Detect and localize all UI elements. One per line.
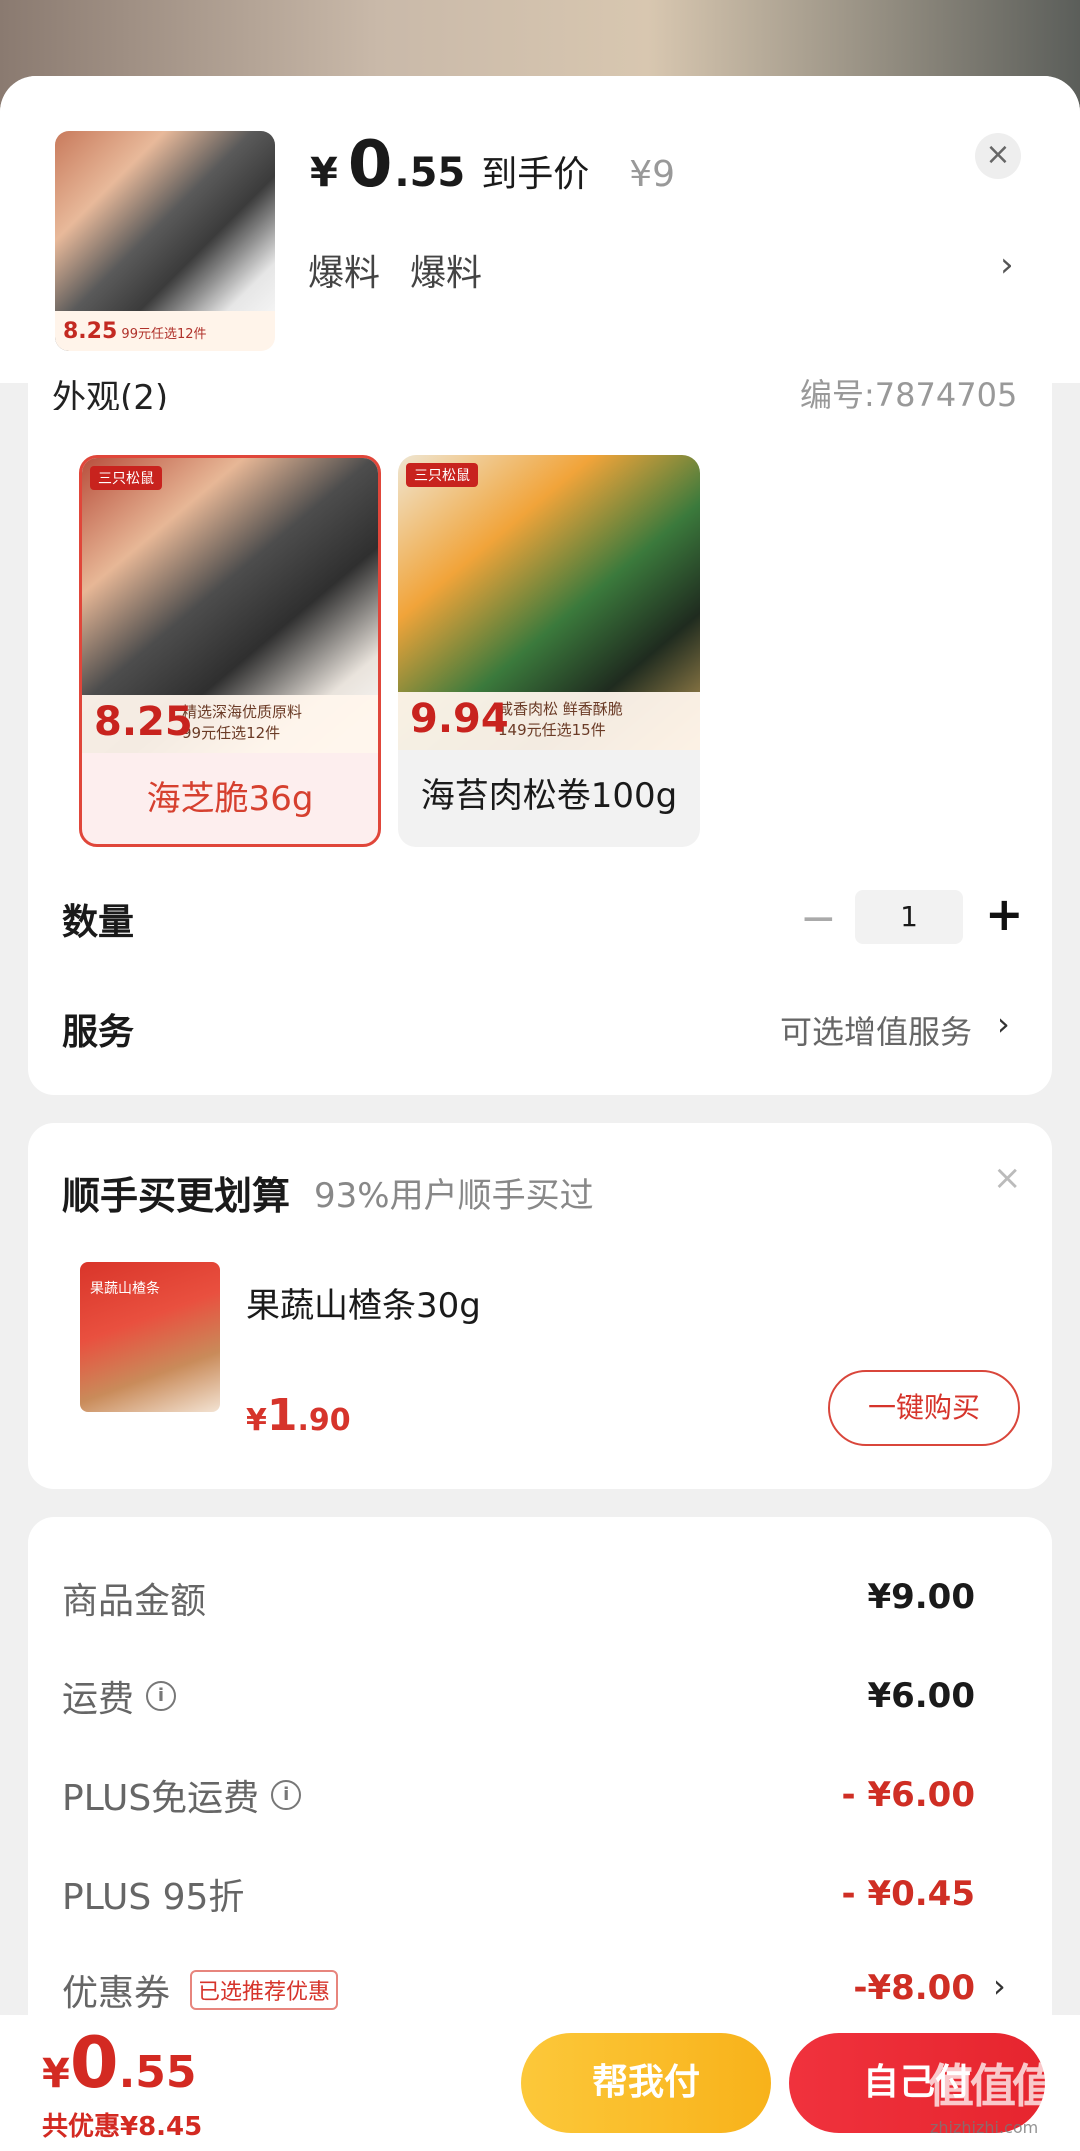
price-decimal: .55: [394, 150, 466, 196]
service-option[interactable]: 可选增值服务: [780, 1007, 972, 1053]
plus-discount-value: - ¥0.45: [841, 1874, 976, 1914]
total-integer: 0: [69, 2022, 119, 2104]
addon-title: 顺手买更划算: [62, 1174, 291, 1218]
info-icon[interactable]: i: [146, 1681, 177, 1711]
minus-icon[interactable]: −: [800, 893, 837, 944]
total-decimal: .55: [118, 2047, 197, 2098]
goods-amount-value: ¥9.00: [867, 1577, 975, 1617]
quantity-input[interactable]: 1: [855, 890, 963, 944]
price-row-label: PLUS 95折: [62, 1868, 244, 1920]
product-code: 编号:7874705: [800, 376, 1018, 410]
original-price: ¥9: [629, 154, 676, 195]
spec-section-title: 外观(2): [52, 378, 169, 410]
chevron-right-icon[interactable]: ›: [997, 1005, 1010, 1043]
price-integer: 0: [347, 128, 393, 202]
coupon-label: 优惠券: [62, 1973, 171, 2014]
total-symbol: ¥: [42, 2051, 70, 2097]
thumb-price: 8.25: [63, 319, 118, 344]
addon-price-decimal: .90: [297, 1403, 351, 1438]
final-price: ¥ 0 .55 到手价 ¥9: [310, 128, 675, 218]
info-icon[interactable]: i: [271, 1780, 302, 1810]
addon-price-symbol: ¥: [246, 1403, 267, 1438]
one-click-buy-button[interactable]: 一键购买: [828, 1370, 1020, 1446]
option-label: 海苔肉松卷100g: [420, 776, 678, 816]
plus-free-shipping-value: - ¥6.00: [841, 1775, 976, 1815]
option-image: 三只松鼠 8.25 精选深海优质原料 99元任选12件: [82, 458, 378, 753]
plus-free-shipping-label: PLUS免运费: [62, 1778, 260, 1819]
product-thumbnail: 8.25 99元任选12件: [55, 131, 275, 351]
spec-option-haizhicui[interactable]: 三只松鼠 8.25 精选深海优质原料 99元任选12件 海芝脆36g: [79, 455, 381, 847]
promo-tag: 爆料: [308, 253, 381, 294]
spec-option-roll[interactable]: 三只松鼠 9.94 咸香肉松 鲜香酥脆 149元任选15件 海苔肉松卷100g: [398, 455, 700, 847]
plus-discount-label: PLUS 95折: [62, 1877, 245, 1918]
watermark-url: zhizhizhi.com: [930, 2118, 1039, 2137]
watermark-logo: 值值值: [928, 2059, 1058, 2113]
shipping-label: 运费: [62, 1679, 135, 1720]
option-price-badge: 8.25 精选深海优质原料 99元任选12件: [82, 695, 378, 753]
addon-subtitle: 93%用户顺手买过: [314, 1176, 594, 1216]
help-me-pay-button[interactable]: 帮我付: [521, 2033, 771, 2133]
option-image: 三只松鼠 9.94 咸香肉松 鲜香酥脆 149元任选15件: [398, 455, 700, 750]
price-row-label[interactable]: 优惠券 已选推荐优惠: [62, 1964, 339, 2016]
addon-image-text: 果蔬山楂条: [90, 1281, 160, 1297]
addon-product-image[interactable]: 果蔬山楂条: [80, 1262, 220, 1412]
shipping-value: ¥6.00: [867, 1676, 975, 1716]
service-label: 服务: [62, 1012, 135, 1053]
option-tag: 149元任选15件: [498, 721, 606, 739]
plus-icon[interactable]: +: [985, 887, 1024, 941]
thumb-tag: 99元任选12件: [121, 327, 207, 342]
close-icon[interactable]: ×: [975, 133, 1021, 179]
promo-tags[interactable]: 爆料 爆料: [308, 244, 482, 296]
quantity-label: 数量: [62, 902, 135, 943]
brand-logo: 三只松鼠: [406, 463, 478, 487]
brand-logo: 三只松鼠: [90, 466, 162, 490]
goods-amount-label: 商品金额: [62, 1581, 207, 1622]
option-price-badge: 9.94 咸香肉松 鲜香酥脆 149元任选15件: [398, 692, 700, 750]
option-tag: 99元任选12件: [182, 724, 281, 742]
total-savings: 共优惠¥8.45: [42, 2112, 203, 2142]
thumb-price-tag: 8.25 99元任选12件: [55, 311, 275, 351]
option-label: 海芝脆36g: [146, 779, 314, 819]
addon-price: ¥1.90: [246, 1390, 351, 1441]
price-row-label: PLUS免运费 i: [62, 1769, 302, 1821]
chevron-right-icon[interactable]: ›: [993, 1967, 1006, 2005]
option-price: 9.94: [410, 696, 509, 742]
promo-tag: 爆料: [410, 253, 483, 294]
close-icon[interactable]: ×: [993, 1158, 1022, 1198]
chevron-right-icon[interactable]: ›: [1000, 245, 1014, 285]
option-tag: 精选深海优质原料: [182, 703, 303, 721]
addon-product-name[interactable]: 果蔬山楂条30g: [246, 1278, 481, 1327]
option-tag: 咸香肉松 鲜香酥脆: [498, 700, 623, 718]
addon-price-integer: 1: [266, 1390, 298, 1441]
price-row-label: 运费 i: [62, 1670, 177, 1722]
coupon-value[interactable]: -¥8.00: [853, 1968, 975, 2008]
price-symbol: ¥: [310, 150, 338, 196]
price-label: 到手价: [481, 154, 590, 195]
price-row-label: 商品金额: [62, 1572, 206, 1624]
total-price: ¥0.55: [42, 2022, 197, 2104]
option-price: 8.25: [94, 699, 193, 745]
coupon-badge: 已选推荐优惠: [190, 1970, 339, 2010]
